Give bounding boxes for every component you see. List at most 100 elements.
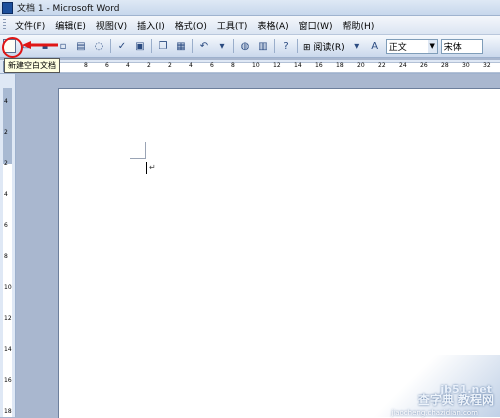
lock-icon: ▫ bbox=[59, 40, 67, 52]
spelling-button[interactable]: ✓ bbox=[115, 39, 129, 53]
ruler-label: 32 bbox=[483, 62, 491, 69]
tooltip: 新建空白文档 bbox=[4, 58, 60, 73]
style-value: 正文 bbox=[388, 42, 407, 53]
help-icon: ? bbox=[283, 40, 289, 52]
ruler-label: 2 bbox=[4, 129, 8, 136]
ruler-label: 12 bbox=[4, 315, 12, 322]
ruler-label: 26 bbox=[420, 62, 428, 69]
toolbar-separator bbox=[151, 39, 152, 53]
magnifier-icon: ◌ bbox=[94, 40, 104, 52]
watermark-url: jiaocheng.chazidian.com bbox=[391, 409, 478, 417]
tables-borders-button[interactable]: ▥ bbox=[256, 39, 270, 53]
ruler-label: 12 bbox=[273, 62, 281, 69]
horizontal-ruler[interactable]: 8 6 4 2 2 4 6 8 10 12 14 16 18 20 22 24 26 28 30 32 bbox=[0, 60, 500, 74]
menu-bar: 文件(F) 编辑(E) 视图(V) 插入(I) 格式(O) 工具(T) 表格(A… bbox=[0, 16, 500, 35]
ruler-label: 28 bbox=[441, 62, 449, 69]
toolbar-separator bbox=[297, 39, 298, 53]
ruler-label: 6 bbox=[4, 222, 8, 229]
table-icon: ▥ bbox=[258, 40, 268, 52]
undo-dropdown[interactable]: ▾ bbox=[215, 39, 229, 53]
ruler-label: 22 bbox=[378, 62, 386, 69]
text-cursor bbox=[146, 162, 147, 174]
ruler-label: 6 bbox=[210, 62, 214, 69]
ruler-label: 16 bbox=[315, 62, 323, 69]
research-book-icon: ▣ bbox=[135, 40, 145, 52]
ruler-label: 10 bbox=[4, 284, 12, 291]
paste-icon: ▦ bbox=[176, 40, 186, 52]
chevron-down-icon: ▾ bbox=[219, 40, 225, 52]
printer-icon: ▤ bbox=[76, 40, 86, 52]
window-title: 文档 1 - Microsoft Word bbox=[17, 4, 120, 14]
menu-tools[interactable]: 工具(T) bbox=[212, 19, 253, 32]
margin-corner-marker bbox=[145, 142, 146, 158]
hyperlink-button[interactable]: ◍ bbox=[238, 39, 252, 53]
ruler-label: 4 bbox=[4, 98, 8, 105]
toolbar-separator bbox=[233, 39, 234, 53]
menu-window[interactable]: 窗口(W) bbox=[294, 19, 338, 32]
menu-edit[interactable]: 编辑(E) bbox=[50, 19, 91, 32]
menu-insert[interactable]: 插入(I) bbox=[132, 19, 170, 32]
ruler-label: 8 bbox=[84, 62, 88, 69]
ruler-label: 14 bbox=[4, 346, 12, 353]
help-button[interactable]: ? bbox=[279, 39, 293, 53]
menu-view[interactable]: 视图(V) bbox=[91, 19, 132, 32]
watermark: jb51.net 查字典 教程网 jiaocheng.chazidian.com bbox=[350, 355, 500, 417]
spelling-check-icon: ✓ bbox=[117, 40, 127, 52]
ruler-label: 16 bbox=[4, 377, 12, 384]
ruler-label: 20 bbox=[357, 62, 365, 69]
menu-table[interactable]: 表格(A) bbox=[252, 19, 293, 32]
styles-a-icon: A bbox=[371, 40, 379, 52]
research-button[interactable]: ▣ bbox=[133, 39, 147, 53]
ruler-label: 4 bbox=[189, 62, 193, 69]
menu-file[interactable]: 文件(F) bbox=[10, 19, 50, 32]
paragraph-mark: ↵ bbox=[149, 163, 156, 172]
ruler-label: 8 bbox=[4, 253, 8, 260]
globe-icon: ◍ bbox=[240, 40, 250, 52]
vertical-ruler[interactable]: 4 2 2 4 6 8 10 12 14 16 18 bbox=[0, 74, 16, 417]
title-bar: 文档 1 - Microsoft Word bbox=[0, 0, 500, 16]
chevron-down-icon[interactable]: ▼ bbox=[427, 39, 437, 53]
undo-arrow-icon: ↶ bbox=[199, 40, 209, 52]
ruler-label: 18 bbox=[4, 408, 12, 415]
ruler-label: 4 bbox=[4, 191, 8, 198]
ruler-label: 8 bbox=[231, 62, 235, 69]
ruler-label: 4 bbox=[126, 62, 130, 69]
menu-format[interactable]: 格式(O) bbox=[170, 19, 212, 32]
ruler-label: 18 bbox=[336, 62, 344, 69]
paste-button[interactable]: ▦ bbox=[174, 39, 188, 53]
ruler-label: 10 bbox=[252, 62, 260, 69]
read-mode-button[interactable]: ⊞ 阅读(R) bbox=[300, 40, 348, 53]
toolbar-separator bbox=[274, 39, 275, 53]
open-book-icon: ⊞ bbox=[303, 42, 311, 53]
font-select[interactable]: 宋体 bbox=[440, 38, 483, 54]
pointer-arrow-icon bbox=[22, 41, 58, 49]
margin-corner-marker bbox=[130, 158, 146, 159]
print-button[interactable]: ▤ bbox=[74, 39, 88, 53]
chevron-down-icon: ▾ bbox=[354, 40, 360, 52]
ruler-label: 2 bbox=[4, 160, 8, 167]
toolbar-separator bbox=[192, 39, 193, 53]
ruler-label: 30 bbox=[462, 62, 470, 69]
copy-icon: ❐ bbox=[158, 40, 168, 52]
menubar-grip-handle[interactable] bbox=[3, 19, 6, 31]
highlight-circle bbox=[2, 37, 23, 58]
toolbar-separator bbox=[110, 39, 111, 53]
ruler-label: 2 bbox=[168, 62, 172, 69]
undo-button[interactable]: ↶ bbox=[197, 39, 211, 53]
word-app-icon[interactable] bbox=[2, 1, 13, 14]
standard-toolbar: ▭ ▪ ▫ ▤ ◌ ✓ ▣ ❐ ▦ ↶ ▾ ◍ ▥ ? ⊞ 阅读(R) ▾ A … bbox=[0, 35, 500, 58]
read-mode-label: 阅读(R) bbox=[313, 42, 345, 53]
watermark-name: 查字典 教程网 bbox=[417, 393, 494, 407]
menu-help[interactable]: 帮助(H) bbox=[338, 19, 380, 32]
toolbar-options-button[interactable]: ▾ bbox=[350, 39, 364, 53]
font-value: 宋体 bbox=[443, 42, 462, 53]
ruler-label: 24 bbox=[399, 62, 407, 69]
style-select[interactable]: 正文 ▼ bbox=[385, 38, 438, 54]
permission-button[interactable]: ▫ bbox=[56, 39, 70, 53]
ruler-label: 6 bbox=[105, 62, 109, 69]
ruler-label: 2 bbox=[147, 62, 151, 69]
copy-button[interactable]: ❐ bbox=[156, 39, 170, 53]
ruler-label: 14 bbox=[294, 62, 302, 69]
styles-formatting-button[interactable]: A bbox=[368, 39, 382, 53]
print-preview-button[interactable]: ◌ bbox=[92, 39, 106, 53]
